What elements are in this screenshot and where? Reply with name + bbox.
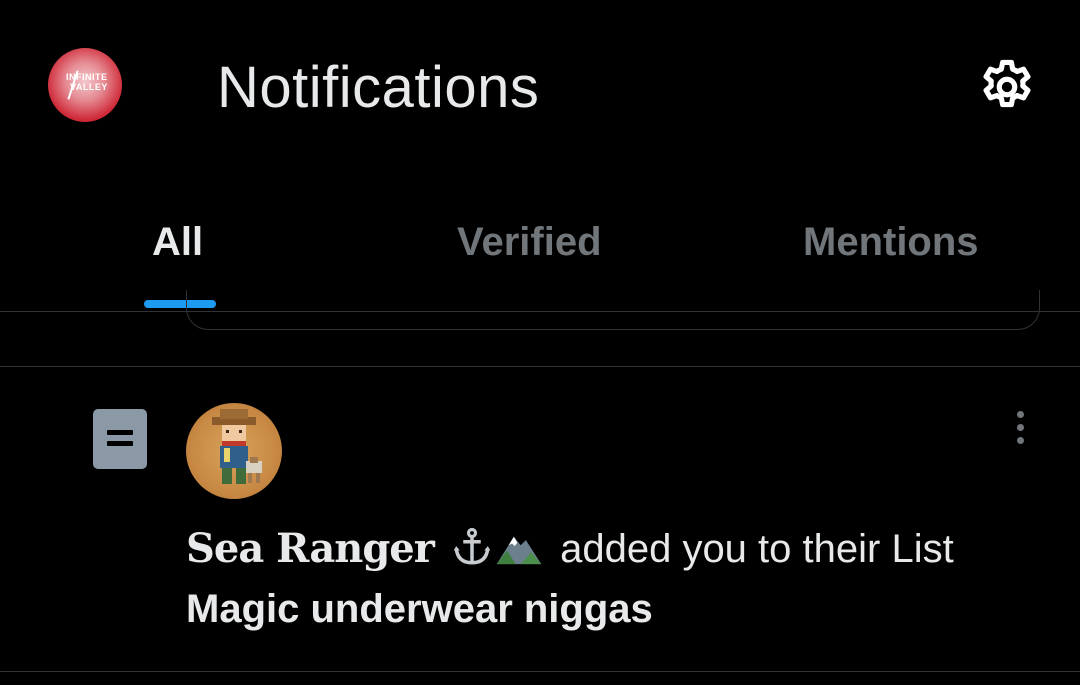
cowboy-avatar-art [212,409,262,484]
list-icon-line [107,430,133,435]
tab-mentions[interactable]: Mentions [803,218,979,266]
more-dot [1016,423,1024,431]
user-display-name[interactable]: Sea Ranger [186,525,435,572]
more-options-button[interactable] [1000,405,1040,449]
list-icon-line [107,441,133,446]
list-notification[interactable]: Sea Ranger added you to their List Magic… [0,367,1080,671]
avatar-logo-line2: VALLEY [70,82,108,92]
avatar-logo: INFINITE VALLEY [66,72,108,92]
more-dot [1016,410,1024,418]
top-app-bar: INFINITE VALLEY Notifications [0,0,1080,175]
avatar-logo-line1: INFINITE [66,72,108,82]
tab-verified[interactable]: Verified [457,218,602,266]
previous-item-card-edge [186,290,1040,330]
settings-button[interactable] [974,56,1040,118]
tab-all[interactable]: All [152,218,203,266]
notification-action: added you to their List [560,527,954,571]
profile-avatar[interactable]: INFINITE VALLEY [48,48,122,122]
more-dot [1016,436,1024,444]
notification-divider [0,671,1080,672]
notifications-page: INFINITE VALLEY Notifications All Verifi… [0,0,1080,685]
anchor-icon [451,526,493,579]
page-title: Notifications [217,55,540,120]
tabs-divider [0,311,1080,312]
notification-text: Sea Ranger added you to their List [186,525,954,579]
user-avatar[interactable] [186,403,282,499]
list-name[interactable]: Magic underwear niggas [186,585,653,633]
list-icon [93,409,147,469]
mountain-icon [495,526,543,579]
gear-icon [983,59,1031,108]
